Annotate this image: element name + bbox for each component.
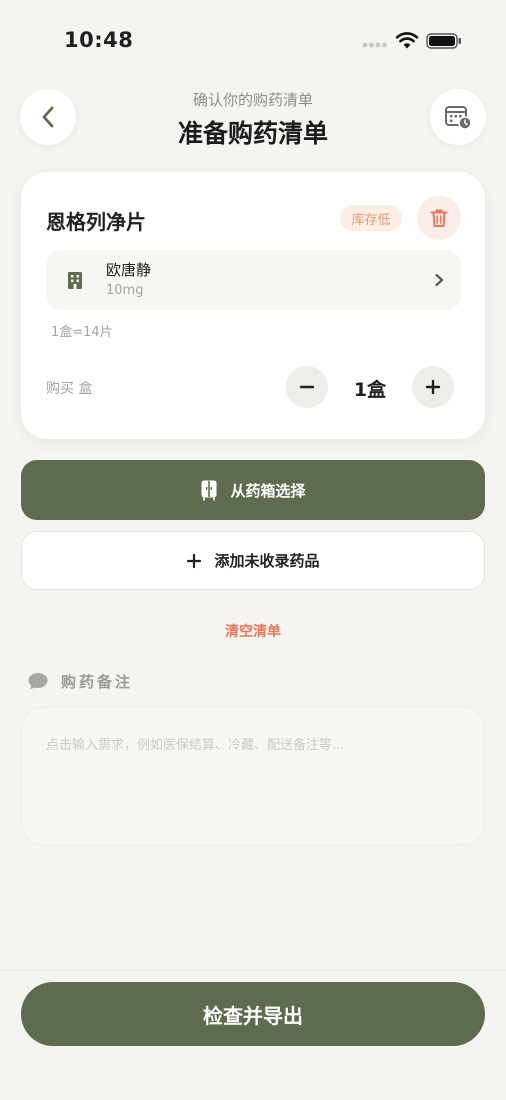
plus-icon	[425, 379, 441, 395]
check-and-export-button[interactable]: 检查并导出	[21, 982, 485, 1046]
clear-list-button[interactable]: 清空清单	[0, 621, 506, 641]
choose-from-cabinet-label: 从药箱选择	[230, 481, 306, 500]
status-time: 10:48	[64, 28, 134, 52]
trash-icon	[430, 209, 448, 227]
medicine-name: 恩格列净片	[46, 210, 146, 234]
buy-unit-label: 购买 盒	[46, 381, 93, 397]
page-subtitle: 确认你的购药清单	[192, 91, 313, 109]
notes-box	[21, 707, 485, 845]
history-button[interactable]	[430, 89, 486, 145]
calendar-clock-icon	[445, 106, 472, 130]
add-unlisted-medicine-label: 添加未收录药品	[214, 552, 320, 570]
status-bar: 10:48	[0, 0, 506, 80]
check-and-export-label: 检查并导出	[203, 1003, 303, 1028]
quantity-value: 1盒	[353, 379, 387, 401]
brand-dose: 10mg	[106, 283, 144, 298]
footer-divider	[0, 970, 506, 971]
add-unlisted-medicine-button[interactable]: 添加未收录药品	[21, 531, 485, 590]
notes-label: 购药备注	[61, 673, 134, 691]
signal-icon	[362, 42, 387, 48]
package-info: 1盒=14片	[51, 325, 113, 340]
plus-icon	[187, 553, 202, 568]
wifi-icon	[395, 32, 419, 49]
medicine-cabinet-icon	[201, 480, 217, 501]
choose-from-cabinet-button[interactable]: 从药箱选择	[21, 460, 485, 520]
low-stock-badge: 库存低	[340, 205, 402, 231]
medicine-card: 恩格列净片 库存低 欧唐静 10mg 1盒=14片 购买 盒 1盒	[21, 172, 485, 439]
delete-medicine-button[interactable]	[417, 196, 461, 240]
increase-quantity-button[interactable]	[412, 366, 454, 408]
notes-input[interactable]	[46, 734, 466, 824]
decrease-quantity-button[interactable]	[286, 366, 328, 408]
brand-selector[interactable]: 欧唐静 10mg	[46, 250, 461, 310]
brand-name: 欧唐静	[106, 261, 152, 279]
battery-icon	[426, 33, 461, 49]
chat-bubble-icon	[28, 673, 48, 690]
building-icon	[68, 272, 82, 289]
minus-icon	[299, 385, 315, 389]
chevron-right-icon	[435, 273, 444, 287]
